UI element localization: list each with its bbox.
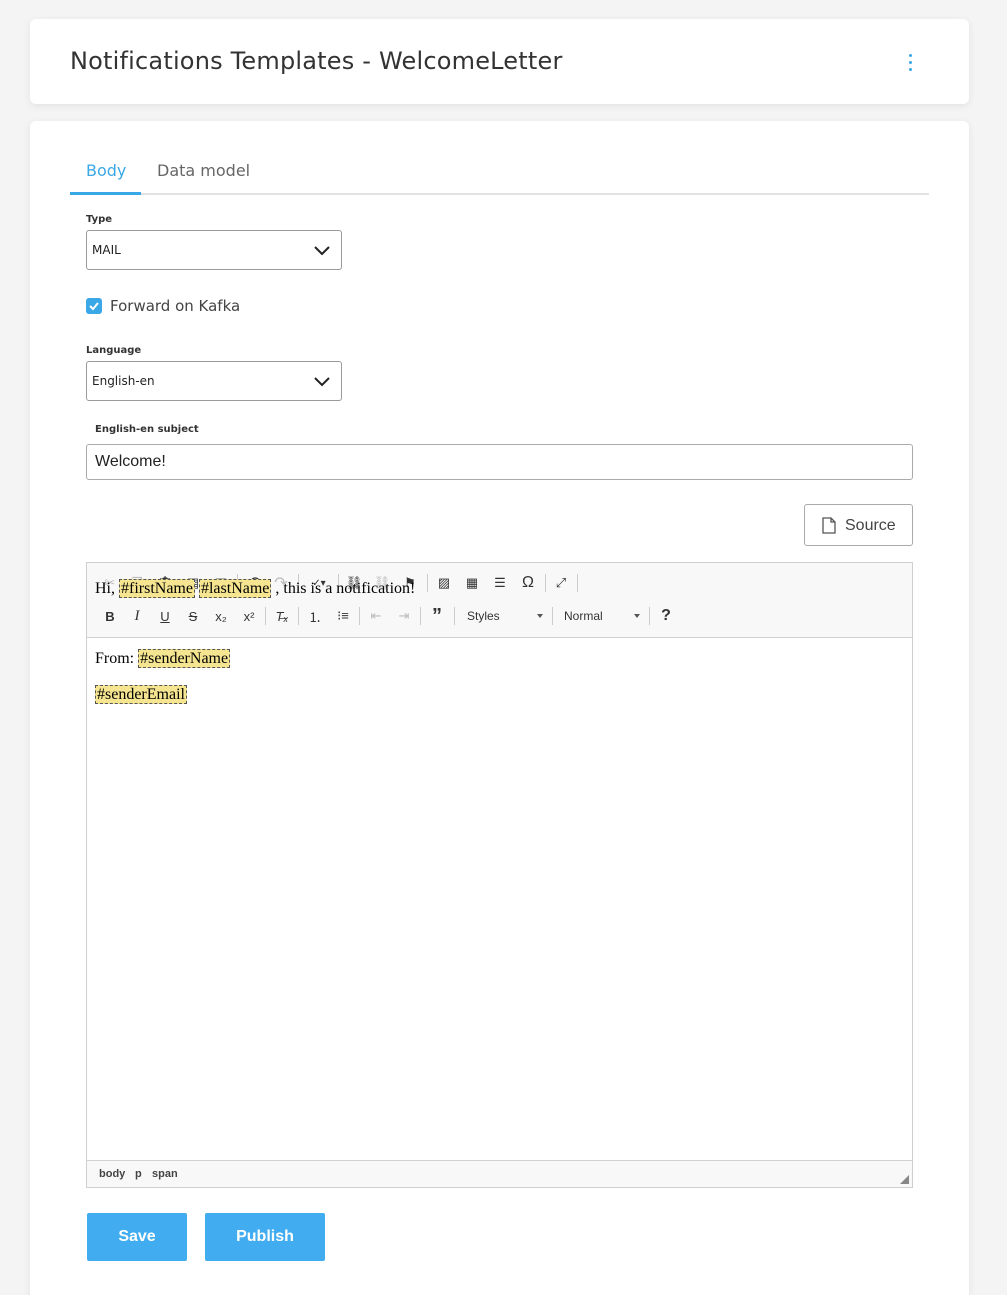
format-combo[interactable]: Normal (558, 605, 644, 627)
bulleted-list-icon[interactable]: ⁝≡ (332, 605, 354, 627)
remove-format-icon[interactable]: T̶ₓ (271, 605, 293, 627)
type-select-value: MAIL (92, 243, 121, 257)
placeholder-sender-name[interactable]: #senderName (138, 649, 231, 668)
greeting-suffix: , this is a notification! (271, 580, 416, 597)
subject-input[interactable] (86, 444, 913, 480)
outdent-icon[interactable]: ⇤ (365, 605, 387, 627)
language-select-value: English-en (92, 374, 155, 388)
element-path-bar: body p span (87, 1160, 912, 1187)
image-icon[interactable]: ▨ (433, 572, 455, 594)
tab-data-model[interactable]: Data model (157, 161, 250, 180)
path-span[interactable]: span (152, 1168, 178, 1180)
greeting-paragraph: Hi, #firstName #lastName , this is a not… (95, 579, 416, 598)
greeting-prefix: Hi, (95, 580, 119, 597)
toolbar-separator (427, 574, 428, 592)
chevron-down-icon (314, 246, 330, 256)
toolbar-separator (359, 607, 360, 625)
toolbar-separator (454, 607, 455, 625)
help-icon[interactable]: ? (655, 605, 677, 627)
main-card: Body Data model Type MAIL Forward on Kaf… (30, 121, 969, 1295)
combo-arrow-icon (537, 614, 543, 618)
underline-icon[interactable]: U (154, 605, 176, 627)
horizontal-line-icon[interactable]: ☰ (489, 572, 511, 594)
placeholder-sender-email[interactable]: #senderEmail (95, 685, 187, 704)
styles-combo-label: Styles (467, 609, 500, 623)
indent-icon[interactable]: ⇥ (393, 605, 415, 627)
language-select[interactable]: English-en (86, 361, 342, 401)
special-char-icon[interactable]: Ω (517, 572, 539, 594)
checkmark-icon (89, 302, 99, 311)
document-icon (822, 517, 836, 534)
table-icon[interactable]: ▦ (461, 572, 483, 594)
from-prefix: From: (95, 650, 139, 667)
toolbar-separator (552, 607, 553, 625)
toolbar-separator (298, 607, 299, 625)
type-select[interactable]: MAIL (86, 230, 342, 270)
combo-arrow-icon (634, 614, 640, 618)
language-label: Language (86, 345, 142, 356)
from-paragraph: From: #senderName (95, 649, 231, 668)
kebab-vertical-icon[interactable] (900, 49, 920, 75)
tab-bar: Body Data model (70, 149, 929, 195)
toolbar-separator (577, 574, 578, 592)
email-paragraph: #senderEmail (95, 685, 187, 704)
blockquote-icon[interactable]: ” (426, 605, 448, 627)
chevron-down-icon (314, 377, 330, 387)
strikethrough-icon[interactable]: S (182, 605, 204, 627)
subscript-icon[interactable]: x₂ (210, 605, 232, 627)
save-button[interactable]: Save (87, 1213, 187, 1261)
editor-toolbar: ✂ ❐ 📋︎ ▤ ▥ ↶ ↷ ✓▾ ⛓ ⛓ ⚑ ▨ ▦ ☰ Ω ⤢ B I U (87, 563, 912, 638)
resize-handle-icon[interactable] (900, 1175, 909, 1184)
styles-combo[interactable]: Styles (461, 605, 547, 627)
maximize-icon[interactable]: ⤢ (550, 572, 572, 594)
placeholder-first-name[interactable]: #firstName (119, 579, 195, 598)
forward-kafka-checkbox[interactable] (86, 298, 102, 314)
source-button[interactable]: Source (804, 504, 913, 546)
tab-body[interactable]: Body (86, 161, 126, 180)
source-button-label: Source (845, 517, 896, 534)
header-card: Notifications Templates - WelcomeLetter (30, 19, 969, 104)
path-body[interactable]: body (99, 1168, 125, 1180)
placeholder-last-name[interactable]: #lastName (198, 579, 272, 598)
active-tab-indicator (70, 192, 141, 195)
format-combo-label: Normal (564, 609, 603, 623)
toolbar-separator (649, 607, 650, 625)
page-title: Notifications Templates - WelcomeLetter (70, 47, 563, 75)
superscript-icon[interactable]: x² (238, 605, 260, 627)
toolbar-separator (420, 607, 421, 625)
toolbar-separator (265, 607, 266, 625)
toolbar-separator (545, 574, 546, 592)
bold-icon[interactable]: B (99, 605, 121, 627)
numbered-list-icon[interactable]: ⒈ (304, 605, 326, 627)
rich-text-editor: ✂ ❐ 📋︎ ▤ ▥ ↶ ↷ ✓▾ ⛓ ⛓ ⚑ ▨ ▦ ☰ Ω ⤢ B I U (86, 562, 913, 1188)
path-p[interactable]: p (135, 1168, 142, 1180)
forward-kafka-label[interactable]: Forward on Kafka (110, 297, 240, 315)
italic-icon[interactable]: I (126, 605, 148, 627)
publish-button[interactable]: Publish (205, 1213, 325, 1261)
type-label: Type (86, 214, 113, 225)
subject-label: English-en subject (95, 424, 199, 435)
